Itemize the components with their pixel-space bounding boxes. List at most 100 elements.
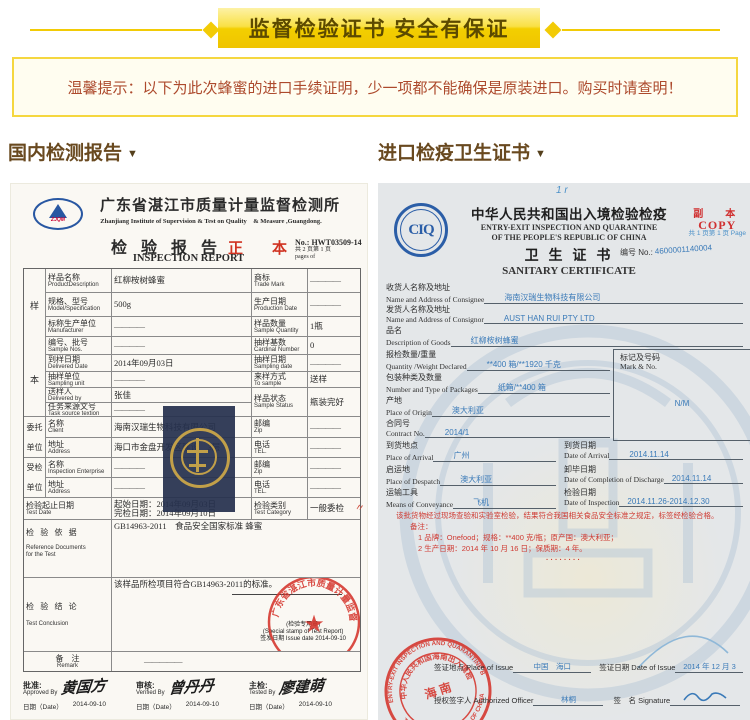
signer-verified: 审核:Verified By 曾丹丹 日期（Date）2014-09-10 (136, 676, 249, 711)
mark-and-no-box: 标记及号码 Mark & No. N/M (613, 349, 750, 441)
table-row: 到样日期Delivered Date 2014年09月03日 抽样日期Sampl… (46, 355, 360, 372)
red-edge-mark: 〃 (354, 498, 367, 515)
pages-text: 共 1 页第 1 页 Page (689, 230, 746, 237)
sample-char2: 本 (30, 373, 39, 386)
field-label-cn: 标记及号码 (620, 353, 744, 362)
signer-label-cn: 审核: (136, 682, 165, 690)
field-label-cn: 报检数量/重量 (386, 350, 610, 359)
certificate-title-en: SANITARY CERTIFICATE (450, 265, 688, 277)
group-char: 受检 (27, 463, 43, 472)
field-label-en: Mark & No. (620, 362, 744, 371)
section-title-domestic-report[interactable]: 国内检测报告▼ (8, 138, 138, 165)
cell-label-en: for the Test (26, 552, 109, 559)
cell-label-cn: 备 注 (56, 654, 80, 663)
cell-label-cn: 地址 (48, 480, 109, 489)
field-label-en: Description of Goods (386, 338, 451, 347)
issue-place-value: 中国 海口 (513, 661, 591, 673)
signature-footer: 批准:Approved By 黄国方 日期（Date）2014-09-10 审核… (23, 676, 363, 711)
field-label-cn: 包装种类及数量 (386, 373, 610, 382)
report-no-value: HWT03509-14 (311, 238, 361, 247)
cell-label-cn: 检 验 结 论 (26, 602, 109, 611)
field-value: 2014.11.14 (609, 450, 743, 460)
field-label-en: Name and Address of Consignor (386, 315, 484, 324)
cell-label-en: Sampling unit (48, 381, 109, 388)
authority-name-en1: ENTRY-EXIT INSPECTION AND QUARANTINE (450, 223, 688, 233)
cell-label-en: Zip (254, 469, 305, 476)
cell-label-en: TEL. (254, 449, 305, 456)
issue-date-label: 签证日期 Date of Issue (599, 662, 675, 673)
cell-label-cn: 任务来源文号 (48, 403, 109, 411)
field-value: 海南汉瑞生物科技有限公司 (484, 292, 743, 304)
issue-place-label: 签证地点 Place of Issue (434, 662, 513, 673)
cell-label-en: Manufacturer (48, 328, 109, 335)
group-label-sample: 样 本 (24, 269, 46, 417)
sample-section: 样 本 样品名称ProductDescription 红柳桉树蜂蜜 商标Trad… (24, 269, 360, 417)
cell-value: ————— (114, 657, 358, 666)
report-title-en: INSPECTION REPORT (106, 253, 271, 264)
cell-label-cn: 送样人 (48, 388, 109, 396)
field-label-cn: 合同号 (386, 419, 610, 428)
field-label-cn: 卸毕日期 (564, 465, 743, 474)
field-contract: 合同号 Contract No.2014/1 (386, 419, 610, 438)
remark-line-1: 1 品牌：Onefood；规格：**400 克/瓶；原产国：澳大利亚； (396, 532, 740, 543)
cell-value: 张佳 (114, 391, 249, 400)
cell-value: ———— (310, 463, 358, 472)
cell-value: ———— (310, 276, 358, 285)
certificate-no-label: 编号 No.: (620, 248, 653, 257)
cell-value: 一般委检 (310, 504, 358, 513)
issue-date-value: 2014 年 12 月 3 (675, 661, 743, 673)
logo-inner-ring (400, 209, 442, 251)
section-title-text: 进口检疫卫生证书 (378, 143, 530, 164)
cell-label-en: Address (48, 489, 109, 496)
field-label-cn: 启运地 (386, 465, 556, 474)
cell-label-en: ProductDescription (48, 282, 109, 289)
cell-label-cn: 生产日期 (254, 297, 305, 306)
field-label-cn: 运输工具 (386, 488, 556, 497)
field-label-cn: 检验日期 (564, 488, 743, 497)
diamond-icon (545, 22, 562, 39)
cell-label-cn: 抽样基数 (254, 338, 305, 347)
warm-tip-text: 温馨提示：以下为此次蜂蜜的进口手续证明，少一项都不能确保是原装进口。购买时请查明… (67, 77, 682, 98)
inspection-stamp-icon: 广东省湛江市质量计量监督检测所 ★ (264, 578, 360, 652)
field-conveyance: 运输工具 Means of Conveyance飞机 (386, 488, 556, 509)
cell-label-cn: 电话 (254, 480, 305, 489)
field-value: 广州 (433, 450, 556, 462)
cell-label-en: Client (48, 428, 109, 435)
date-label: 日期（Date） (23, 701, 63, 711)
cell-value: ———— (114, 341, 249, 350)
signer-label-en: Verified By (136, 690, 165, 697)
cell-label-cn: 抽样日期 (254, 355, 305, 364)
field-arrival-place: 到货地点 Place of Arrival广州 (386, 441, 556, 462)
signer-label-en: Approved By (23, 690, 57, 697)
cell-value: GB14963-2011 食品安全国家标准 蜂蜜 (114, 522, 358, 531)
field-value: 2014.11.14 (664, 474, 743, 484)
cell-label-cn: 规格、型号 (48, 297, 109, 306)
remark-row: 备 注 Remark ————— (24, 652, 360, 671)
field-label-en: Name and Address of Consignee (386, 295, 484, 304)
section-title-text: 国内检测报告 (8, 143, 122, 164)
signature-label: 签 名 Signature (613, 695, 670, 706)
banner-rule-right (562, 29, 720, 31)
field-value: 澳大利亚 (432, 405, 610, 417)
cell-label-en: Sample Nos. (48, 347, 109, 354)
field-label-en: Date of Completion of Discharge (564, 475, 664, 484)
table-row: 抽样单位Sampling unit ———— 来样方式To sample 送样 (46, 372, 360, 388)
cell-label-cn: 样品状态 (254, 394, 305, 403)
signature-handwriting: 黄国方 (60, 674, 107, 698)
banner-rule-left (30, 29, 202, 31)
copy-en: COPY (689, 220, 746, 230)
cell-value: 500g (114, 300, 249, 309)
cell-label-cn: 抽样单位 (48, 372, 109, 381)
field-label-en: Number and Type of Packages (386, 385, 478, 394)
section-title-import-certificate[interactable]: 进口检疫卫生证书▼ (378, 138, 546, 165)
cell-label-cn: 邮编 (254, 419, 305, 428)
cell-label-en: Inspection Enterprise (48, 469, 109, 476)
dots-line: ········ (396, 554, 740, 565)
reference-row: 检 验 依 据 Reference Documents for the Test… (24, 520, 360, 578)
signature-scribble (670, 689, 740, 706)
cell-label-cn: 检验起止日期 (26, 501, 109, 510)
group-char: 单位 (27, 443, 43, 452)
issue-row-2: 授权签字人 Authorized Officer 林桐 签 名 Signatur… (434, 689, 746, 706)
field-value: 飞机 (453, 497, 556, 509)
field-value: 红柳桉树蜂蜜 (451, 335, 743, 347)
